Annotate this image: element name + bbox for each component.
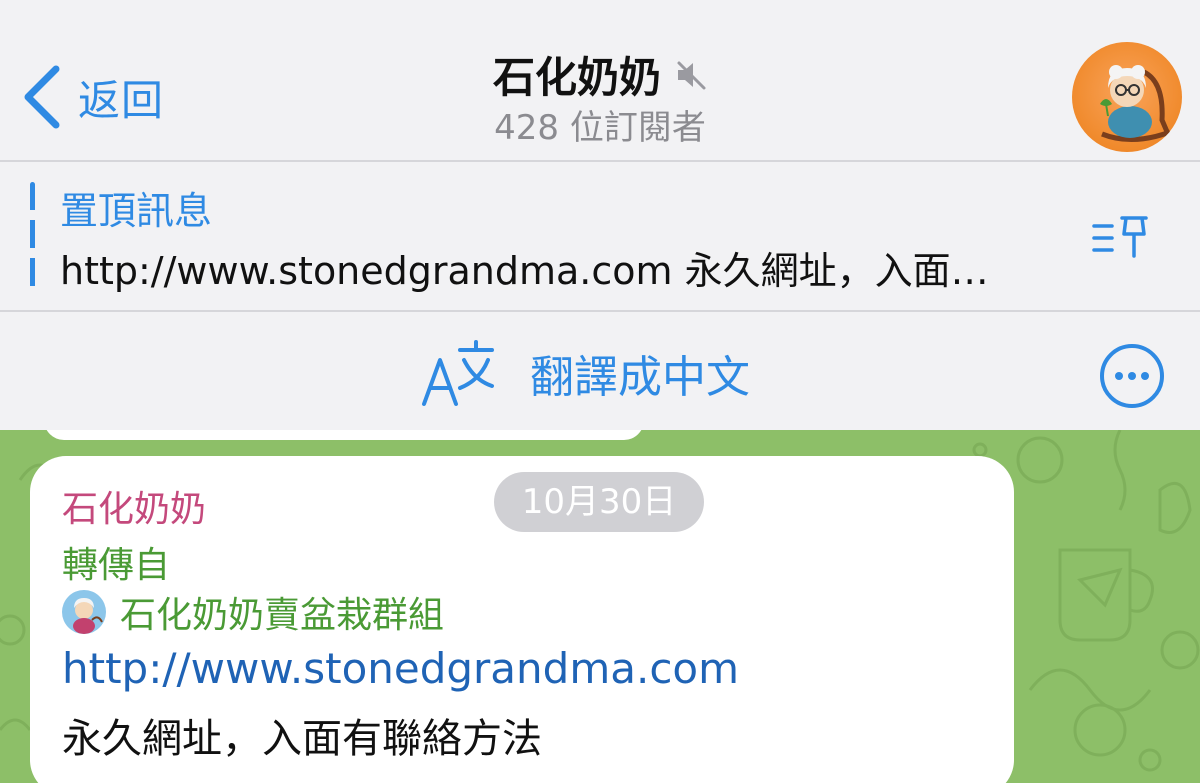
translate-bar: 翻譯成中文 [0,312,1200,430]
translate-label: 翻譯成中文 [530,352,750,403]
forwarded-from-label: 轉傳自 [62,545,171,586]
speaker-muted-icon [677,61,706,89]
pin-list-icon [1092,216,1148,258]
chat-header: 返回 石化奶奶 428 位訂閱者 [0,0,1200,160]
subscriber-count: 428 位訂閱者 [494,108,706,148]
channel-title: 石化奶奶 [492,53,661,102]
pinned-list-button[interactable] [1090,212,1152,266]
message-sender[interactable]: 石化奶奶 [62,480,206,532]
pinned-message-bar[interactable]: 置頂訊息 http://www.stonedgrandma.com 永久網址，入… [0,162,1200,310]
translate-button[interactable]: 翻譯成中文 [420,338,750,408]
channel-title-area[interactable]: 石化奶奶 [0,44,1200,105]
forwarded-source-name: 石化奶奶賣盆栽群組 [120,595,445,636]
message-text: 永久網址，入面有聯絡方法 [62,716,542,762]
more-options-button[interactable] [1098,342,1166,414]
grandma-mini-icon [73,598,103,634]
message-link[interactable]: http://www.stonedgrandma.com [62,644,739,693]
date-badge: 10月30日 [494,472,704,532]
previous-message-bubble [44,430,644,440]
pinned-title: 置頂訊息 [60,189,213,233]
pinned-text: http://www.stonedgrandma.com 永久網址，入面… [60,249,989,293]
pinned-indicator [30,182,35,296]
channel-avatar[interactable] [1072,42,1182,152]
forwarded-source-avatar [62,590,106,634]
forwarded-source[interactable]: 石化奶奶賣盆栽群組 [62,586,444,638]
grandma-avatar-icon [1100,65,1171,143]
translate-icon [422,340,494,406]
more-options-icon [1100,344,1164,408]
